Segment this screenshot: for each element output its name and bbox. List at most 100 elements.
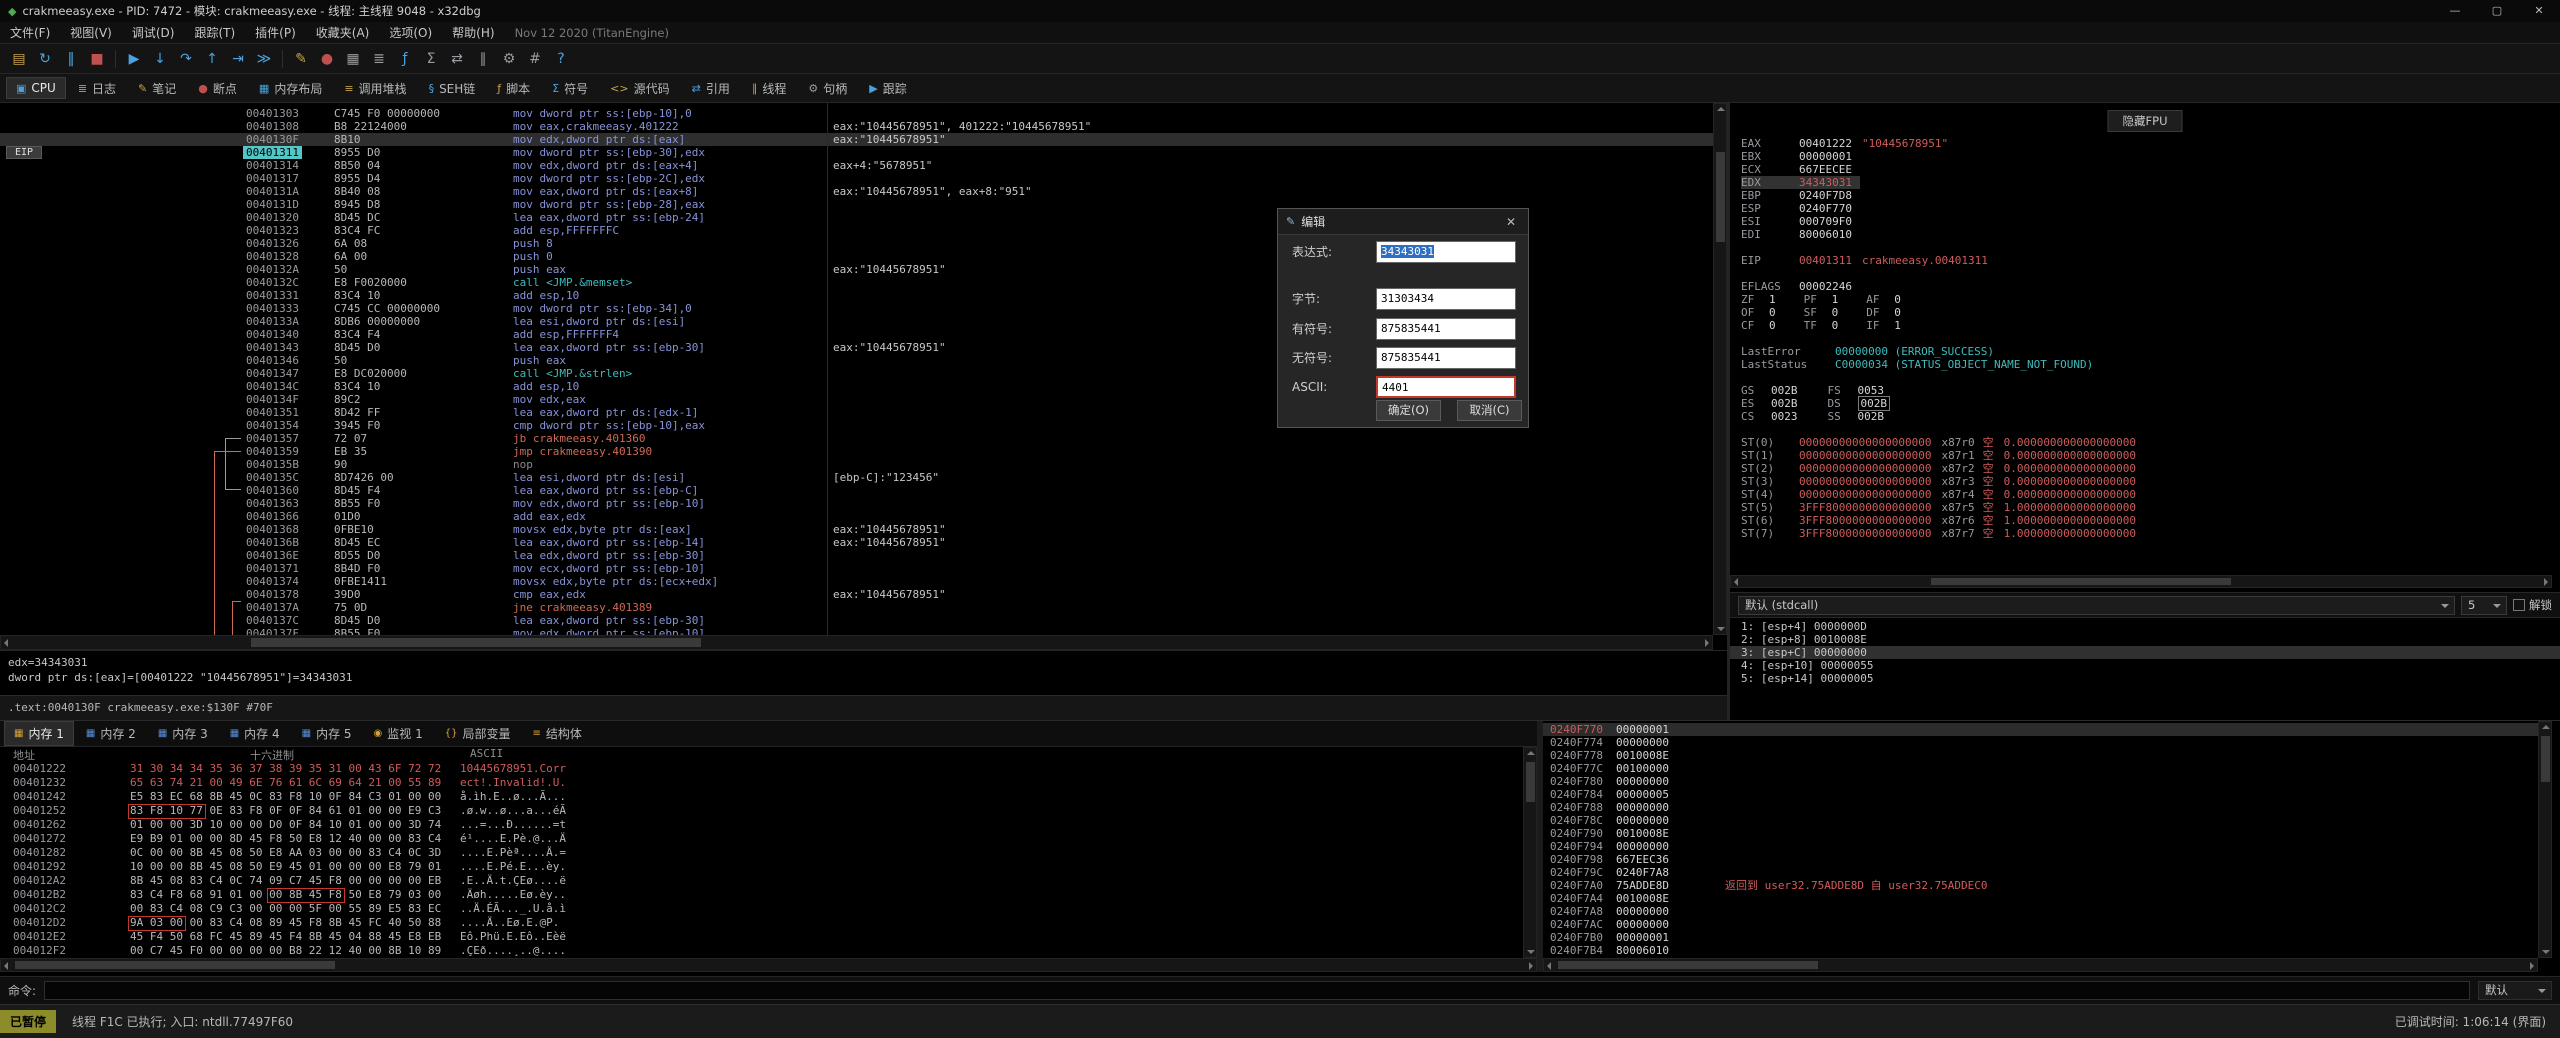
arg-row[interactable]: 5: [esp+14] 00000005 (1730, 672, 2560, 685)
stack-row[interactable]: 0240F7A800000000 (1543, 905, 2552, 918)
disasm-row[interactable]: 0040135772 07jb crakmeeasy.401360 (0, 432, 1713, 445)
dump-row[interactable]: 004012820C 00 00 8B 45 08 50 E8 AA 03 00… (0, 846, 1537, 860)
stack-row[interactable]: 0240F7AC00000000 (1543, 918, 2552, 931)
dump-row[interactable]: 004012B283 C4 F8 68 91 01 00 00 8B 45 F8… (0, 888, 1537, 902)
dialog-close-button[interactable]: ✕ (1502, 215, 1520, 229)
stack-row[interactable]: 0240F7B480006010 (1543, 944, 2552, 957)
stack-row[interactable]: 0240F7900010008E (1543, 827, 2552, 840)
stack-row[interactable]: 0240F78400000005 (1543, 788, 2552, 801)
menu-file[interactable]: 文件(F) (0, 22, 60, 44)
disasm-horizontal-scrollbar[interactable] (0, 635, 1713, 650)
dump-tab-memory-4[interactable]: ▦内存 4 (220, 721, 290, 746)
threads-icon[interactable]: ∥ (470, 47, 496, 71)
dump-row[interactable]: 004012A28B 45 08 83 C4 0C 74 09 C7 45 F8… (0, 874, 1537, 888)
menu-options[interactable]: 选项(O) (379, 22, 442, 44)
disasm-row[interactable]: 0040135B90nop (0, 458, 1713, 471)
step-into-icon[interactable]: ↓ (147, 47, 173, 71)
patch-icon[interactable]: ✎ (288, 47, 314, 71)
dump-row[interactable]: 0040126201 00 00 3D 10 00 00 D0 0F 84 10… (0, 818, 1537, 832)
unlock-checkbox-wrap[interactable]: 解锁 (2513, 597, 2552, 613)
tab-symbols[interactable]: Σ符号 (542, 76, 598, 101)
register-st4[interactable]: ST(4)00000000000000000000x87r4空0.0000000… (1741, 488, 2144, 501)
tab-cpu[interactable]: ▣CPU (6, 77, 66, 99)
ascii-input[interactable]: 4401 (1376, 376, 1516, 398)
restart-icon[interactable]: ↻ (32, 47, 58, 71)
disasm-vertical-scrollbar[interactable] (1713, 103, 1727, 635)
dump-row[interactable]: 004012C200 83 C4 08 C9 C3 00 00 00 5F 00… (0, 902, 1537, 916)
tab-memory-map[interactable]: ▦内存布局 (249, 76, 332, 101)
stack-row[interactable]: 0240F79C0240F7A8 (1543, 866, 2552, 879)
disasm-row[interactable]: 00401308B8 22124000mov eax,crakmeeasy.40… (0, 120, 1713, 133)
register-eax[interactable]: EAX00401222"10445678951" (1741, 137, 1956, 150)
disasm-row[interactable]: 0040136B8D45 EClea eax,dword ptr ss:[ebp… (0, 536, 1713, 549)
dump-row[interactable]: 0040122231 30 34 34 35 36 37 38 39 35 31… (0, 762, 1537, 776)
dump-tab-memory-5[interactable]: ▦内存 5 (292, 721, 362, 746)
animate-icon[interactable]: ≫ (251, 47, 277, 71)
stack-row[interactable]: 0240F7A40010008E (1543, 892, 2552, 905)
pause-icon[interactable]: ‖ (58, 47, 84, 71)
register-st1[interactable]: ST(1)00000000000000000000x87r1空0.0000000… (1741, 449, 2144, 462)
dump-row[interactable]: 0040129210 00 00 8B 45 08 50 E9 45 01 00… (0, 860, 1537, 874)
disasm-row[interactable]: 0040137F8B55 F0mov edx,dword ptr ss:[ebp… (0, 627, 1713, 635)
tab-trace[interactable]: ▶跟踪 (859, 76, 916, 101)
register-st5[interactable]: ST(5)3FFF8000000000000000x87r5空1.0000000… (1741, 501, 2144, 514)
disasm-row[interactable]: 0040136E8D55 D0lea edx,dword ptr ss:[ebp… (0, 549, 1713, 562)
command-input[interactable] (44, 981, 2470, 1000)
step-over-icon[interactable]: ↷ (173, 47, 199, 71)
segment-row[interactable]: CS0023SS002B (1741, 410, 1922, 423)
register-esi[interactable]: ESI000709F0 (1741, 215, 1860, 228)
disasm-row[interactable]: 004013718B4D F0mov ecx,dword ptr ss:[ebp… (0, 562, 1713, 575)
args-count-select[interactable]: 5 (2461, 596, 2507, 615)
help-icon[interactable]: ? (548, 47, 574, 71)
stack-row[interactable]: 0240F798667EEC36 (1543, 853, 2552, 866)
disasm-row[interactable]: 004013638B55 F0mov edx,dword ptr ss:[ebp… (0, 497, 1713, 510)
dump-row[interactable]: 00401242E5 83 EC 68 8B 45 0C 83 F8 10 0F… (0, 790, 1537, 804)
breakpoint-icon[interactable]: ● (314, 47, 340, 71)
stack-row[interactable]: 0240F78C00000000 (1543, 814, 2552, 827)
stack-row[interactable]: 0240F78800000000 (1543, 801, 2552, 814)
menu-plugins[interactable]: 插件(P) (245, 22, 306, 44)
register-st2[interactable]: ST(2)00000000000000000000x87r2空0.0000000… (1741, 462, 2144, 475)
disasm-row[interactable]: 0040131A8B40 08mov eax,dword ptr ds:[eax… (0, 185, 1713, 198)
references-icon[interactable]: ⇄ (444, 47, 470, 71)
dump-row[interactable]: 0040123265 63 74 21 00 49 6E 76 61 6C 69… (0, 776, 1537, 790)
tab-breakpoints[interactable]: ●断点 (188, 76, 247, 101)
dump-tab-watch-1[interactable]: ◉监视 1 (364, 721, 433, 746)
register-st6[interactable]: ST(6)3FFF8000000000000000x87r6空1.0000000… (1741, 514, 2144, 527)
dump-row[interactable]: 004012F200 C7 45 F0 00 00 00 00 B8 22 12… (0, 944, 1537, 958)
dump-row[interactable]: 004012E245 F4 50 68 FC 45 89 45 F4 8B 45… (0, 930, 1537, 944)
flags-row[interactable]: ZF1PF1AF0 (1741, 293, 1937, 306)
calculator-icon[interactable]: # (522, 47, 548, 71)
dump-tab-memory-2[interactable]: ▦内存 2 (76, 721, 146, 746)
step-out-icon[interactable]: ↑ (199, 47, 225, 71)
registers-pane[interactable]: 隐藏FPU EAX00401222"10445678951"EBX0000000… (1730, 103, 2560, 575)
stack-pane[interactable]: 0240F770000000010240F774000000000240F778… (1543, 721, 2552, 972)
flags-row[interactable]: OF0SF0DF0 (1741, 306, 1937, 319)
register-edi[interactable]: EDI80006010 (1741, 228, 1860, 241)
run-icon[interactable]: ▶ (121, 47, 147, 71)
stack-row[interactable]: 0240F77400000000 (1543, 736, 2552, 749)
stack-row[interactable]: 0240F7A075ADDE8D返回到 user32.75ADDE8D 自 us… (1543, 879, 2552, 892)
tab-seh[interactable]: §SEH链 (419, 76, 486, 101)
maximize-button[interactable]: ▢ (2476, 0, 2518, 22)
dump-vertical-scrollbar[interactable] (1523, 747, 1537, 958)
signed-input[interactable]: 875835441 (1376, 318, 1516, 340)
menu-favourites[interactable]: 收藏夹(A) (306, 22, 380, 44)
stop-icon[interactable]: ■ (84, 47, 110, 71)
cancel-button[interactable]: 取消(C) (1457, 400, 1522, 421)
dump-tab-memory-1[interactable]: ▦内存 1 (4, 721, 74, 746)
disasm-row[interactable]: 0040137C8D45 D0lea eax,dword ptr ss:[ebp… (0, 614, 1713, 627)
settings-icon[interactable]: ⚙ (496, 47, 522, 71)
disasm-row[interactable]: 004013608D45 F4lea eax,dword ptr ss:[ebp… (0, 484, 1713, 497)
menu-help[interactable]: 帮助(H) (442, 22, 504, 44)
unsigned-input[interactable]: 875835441 (1376, 347, 1516, 369)
register-st7[interactable]: ST(7)3FFF8000000000000000x87r7空1.0000000… (1741, 527, 2144, 540)
open-file-icon[interactable]: ▤ (6, 47, 32, 71)
calling-convention-select[interactable]: 默认 (stdcall) (1738, 596, 2455, 615)
stack-row[interactable]: 0240F77000000001 (1543, 723, 2552, 736)
stack-row[interactable]: 0240F7780010008E (1543, 749, 2552, 762)
dump-tab-struct[interactable]: ≡结构体 (522, 721, 591, 746)
register-eip[interactable]: EIP00401311crakmeeasy.00401311 (1741, 254, 1996, 267)
script-icon[interactable]: ƒ (392, 47, 418, 71)
dump-tab-locals[interactable]: {}局部变量 (435, 721, 521, 746)
